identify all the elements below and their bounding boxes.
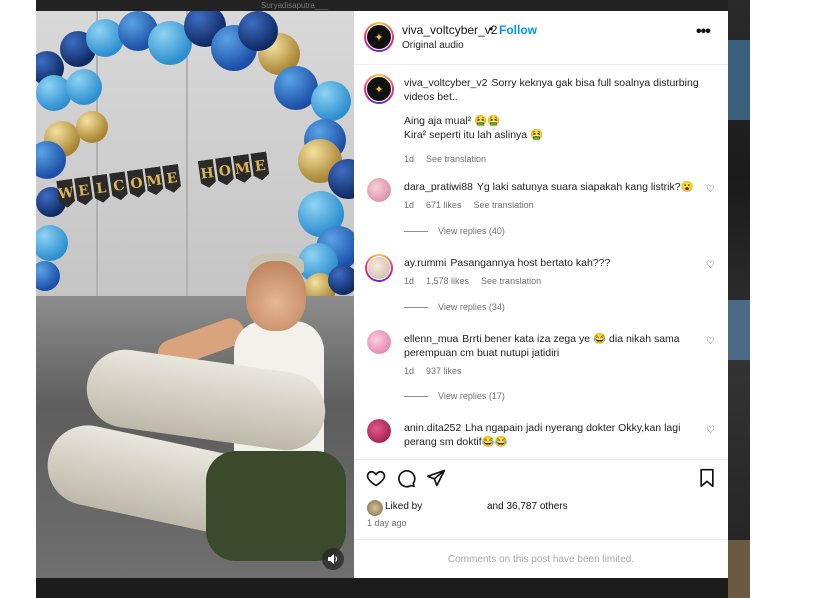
- video-person-pants: [206, 451, 346, 561]
- backdrop-tile: [728, 540, 750, 598]
- comment-username[interactable]: anin.dita252: [404, 422, 461, 434]
- video-wall-seam: [96, 11, 98, 311]
- view-replies-label[interactable]: View replies (34): [438, 302, 505, 312]
- follow-button[interactable]: Follow: [499, 23, 537, 37]
- heart-icon[interactable]: [366, 468, 386, 493]
- comment-text: ay.rummi Pasangannya host bertato kah???: [404, 256, 704, 270]
- caption-avatar-image: ✦: [366, 76, 392, 102]
- caption-translate[interactable]: See translation: [426, 154, 486, 164]
- header-separator: •: [489, 22, 494, 36]
- send-icon[interactable]: [426, 468, 446, 493]
- view-replies-label[interactable]: View replies (40): [438, 226, 505, 236]
- comment-time[interactable]: 1d: [404, 200, 414, 210]
- author-avatar-image: ✦: [366, 24, 392, 50]
- balloon: [76, 111, 108, 143]
- comment-like-icon[interactable]: ♡: [706, 336, 715, 347]
- comment-time[interactable]: 1d: [404, 366, 414, 376]
- comment-text: ellenn_mua Brrti bener kata iza zega ye 😂…: [404, 332, 704, 360]
- comment-body: Pasangannya host bertato kah???: [450, 257, 611, 269]
- balloon: [238, 11, 278, 51]
- backdrop-bottom: [36, 578, 728, 598]
- backdrop-tile: [728, 40, 750, 120]
- comment-translate[interactable]: See translation: [481, 276, 541, 286]
- like-count[interactable]: and 36,787 others: [487, 501, 568, 512]
- audio-label[interactable]: Original audio: [402, 40, 464, 51]
- comment-like-icon[interactable]: ♡: [706, 184, 715, 195]
- post-side-panel: ✦ viva_voltcyber_v2 • Follow Original au…: [354, 11, 728, 578]
- comment-time[interactable]: 1d: [404, 276, 414, 286]
- comment-text: dara_pratiwi88 Yg laki satunya suara siap…: [404, 180, 704, 194]
- comment-icon[interactable]: [396, 468, 416, 493]
- caption-text: viva_voltcyber_v2 Sorry keknya gak bisa f…: [404, 76, 704, 142]
- comment-username[interactable]: ay.rummi: [404, 257, 446, 269]
- view-replies[interactable]: View replies (40): [404, 226, 505, 236]
- backdrop-faint-text: Suryadisaputra___: [261, 1, 329, 10]
- comment-meta: 1d 1,578 likes See translation: [404, 276, 553, 286]
- comment-username[interactable]: dara_pratiwi88: [404, 181, 473, 193]
- balloon: [311, 81, 351, 121]
- view-replies-label[interactable]: View replies (17): [438, 391, 505, 401]
- backdrop-left: [0, 0, 36, 598]
- comment-avatar-image: [367, 330, 391, 354]
- author-avatar[interactable]: ✦: [364, 22, 394, 52]
- post-actions: Liked by and 36,787 others 1 day ago: [354, 459, 728, 539]
- liked-by-label: Liked by: [385, 501, 423, 512]
- view-replies[interactable]: View replies (34): [404, 302, 505, 312]
- backdrop-right: [728, 0, 750, 598]
- comment-likes[interactable]: 937 likes: [426, 366, 462, 376]
- caption-line3: Kira² seperti itu lah aslinya 🤮: [404, 129, 544, 141]
- comment-username[interactable]: ellenn_mua: [404, 333, 458, 345]
- comment-body: Yg laki satunya suara siapakah kang list…: [476, 181, 694, 193]
- comment-text: anin.dita252 Lha ngapain jadi nyerang dok…: [404, 421, 704, 449]
- caption-meta: 1d See translation: [404, 154, 498, 164]
- comment-avatar-image: [367, 256, 391, 280]
- comment-likes[interactable]: 1,578 likes: [426, 276, 469, 286]
- caption-avatar[interactable]: ✦: [364, 74, 394, 104]
- comment-avatar-image: [367, 419, 391, 443]
- balloon: [66, 69, 102, 105]
- video-person-head: [246, 261, 306, 331]
- comment-likes[interactable]: 671 likes: [426, 200, 462, 210]
- view-replies[interactable]: View replies (17): [404, 391, 505, 401]
- comment-avatar[interactable]: [367, 330, 391, 354]
- comment-like-icon[interactable]: ♡: [706, 260, 715, 271]
- comment-like-icon[interactable]: ♡: [706, 425, 715, 436]
- comments-limited-notice: Comments on this post have been limited.: [354, 539, 728, 578]
- bookmark-icon[interactable]: [698, 468, 716, 493]
- more-options-icon[interactable]: •••: [696, 23, 711, 41]
- author-username[interactable]: viva_voltcyber_v2: [402, 23, 497, 37]
- caption-username[interactable]: viva_voltcyber_v2: [404, 77, 487, 89]
- balloon: [328, 265, 354, 295]
- comment-meta: 1d 937 likes: [404, 366, 474, 376]
- comment-avatar[interactable]: [367, 178, 391, 202]
- backdrop-tile: [728, 300, 750, 360]
- liked-by-avatar[interactable]: [367, 500, 383, 516]
- caption-line2: Aing aja mual² 🤮🤮: [404, 115, 501, 127]
- comment-avatar[interactable]: [367, 419, 391, 443]
- comment-avatar[interactable]: [365, 254, 393, 282]
- post-video[interactable]: WELC OME HOME: [36, 11, 354, 578]
- backdrop-top: Suryadisaputra___: [36, 0, 728, 11]
- comment-translate[interactable]: See translation: [474, 200, 534, 210]
- comment-avatar-image: [367, 178, 391, 202]
- caption-time[interactable]: 1d: [404, 154, 414, 164]
- volume-icon[interactable]: [322, 548, 344, 570]
- comments-list[interactable]: ✦ viva_voltcyber_v2 Sorry keknya gak bisa…: [354, 66, 728, 459]
- comment-meta: 1d 671 likes See translation: [404, 200, 546, 210]
- post-timestamp[interactable]: 1 day ago: [367, 518, 407, 528]
- post-header: ✦ viva_voltcyber_v2 • Follow Original au…: [354, 11, 728, 65]
